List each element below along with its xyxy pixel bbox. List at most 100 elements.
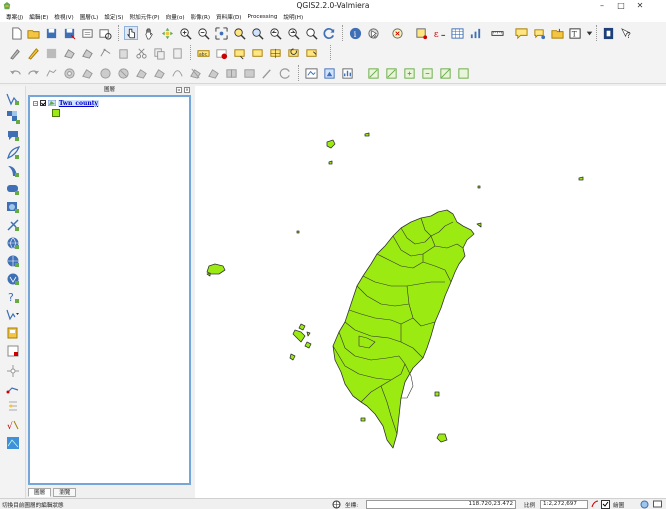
statistics-icon[interactable] bbox=[468, 26, 482, 40]
zoom-out-icon[interactable] bbox=[196, 26, 210, 40]
menu-edit[interactable]: 編輯(E) bbox=[26, 13, 51, 21]
current-edits-icon[interactable] bbox=[8, 46, 22, 60]
add-wfs-globe-icon[interactable] bbox=[6, 272, 20, 286]
text-annotation-icon[interactable]: T bbox=[568, 26, 582, 40]
capture-line-icon[interactable] bbox=[6, 382, 20, 396]
zoom-full-icon[interactable] bbox=[214, 26, 228, 40]
delete-part-icon[interactable] bbox=[134, 66, 148, 80]
messages-icon[interactable] bbox=[653, 500, 662, 509]
render-checkbox-icon[interactable] bbox=[601, 500, 610, 509]
add-wms-icon[interactable] bbox=[6, 200, 20, 214]
new-project-icon[interactable] bbox=[9, 26, 23, 40]
save-as-icon[interactable] bbox=[62, 26, 76, 40]
refresh-icon[interactable] bbox=[322, 26, 336, 40]
add-part-icon[interactable] bbox=[80, 66, 94, 80]
menu-layer[interactable]: 圖層(L) bbox=[77, 13, 102, 21]
save-edits-icon[interactable] bbox=[44, 46, 58, 60]
pan-icon[interactable] bbox=[142, 26, 156, 40]
touch-icon[interactable] bbox=[124, 26, 138, 40]
move-label-icon[interactable] bbox=[268, 46, 282, 60]
stretch-full-icon[interactable] bbox=[384, 66, 398, 80]
collapse-icon[interactable]: − bbox=[33, 100, 38, 106]
add-wfs-icon[interactable] bbox=[6, 236, 20, 250]
add-raster-layer-icon[interactable] bbox=[6, 110, 20, 124]
pin-labels-icon[interactable] bbox=[232, 46, 246, 60]
delete-ring-icon[interactable] bbox=[116, 66, 130, 80]
add-wcs-globe-icon[interactable] bbox=[6, 254, 20, 268]
layer-name[interactable]: Twn_county bbox=[58, 99, 99, 107]
open-project-icon[interactable] bbox=[26, 26, 40, 40]
add-mssql-icon[interactable] bbox=[6, 164, 20, 178]
annotation-icon[interactable] bbox=[514, 26, 528, 40]
rotate-icon[interactable] bbox=[278, 66, 292, 80]
merge-attributes-icon[interactable] bbox=[242, 66, 256, 80]
node-tool-icon[interactable] bbox=[98, 46, 112, 60]
paste-features-icon[interactable] bbox=[170, 46, 184, 60]
identify-icon[interactable]: i bbox=[348, 26, 362, 40]
menu-project[interactable]: 專案(J) bbox=[3, 13, 26, 21]
select-icon[interactable] bbox=[366, 26, 380, 40]
map-canvas[interactable] bbox=[195, 86, 666, 498]
menu-plugins[interactable]: 附加元件(P) bbox=[126, 13, 162, 21]
zoom-in-icon[interactable] bbox=[178, 26, 192, 40]
layer-visibility-checkbox[interactable] bbox=[40, 100, 46, 106]
add-wcs-icon[interactable] bbox=[6, 218, 20, 232]
histogram-icon[interactable] bbox=[340, 66, 354, 80]
toggle-editing-icon[interactable] bbox=[26, 46, 40, 60]
deselect-icon[interactable] bbox=[390, 26, 404, 40]
menu-processing[interactable]: Processing bbox=[245, 14, 281, 20]
measure-icon[interactable] bbox=[490, 26, 504, 40]
menu-view[interactable]: 檢視(V) bbox=[51, 13, 76, 21]
menu-settings[interactable]: 設定(S) bbox=[101, 13, 126, 21]
add-vector-layer-icon[interactable] bbox=[6, 92, 20, 106]
float-panel-button[interactable]: ▫ bbox=[176, 87, 182, 93]
zoom-to-layer-icon[interactable] bbox=[250, 26, 264, 40]
split-features-icon[interactable] bbox=[188, 66, 202, 80]
remove-selection-icon[interactable] bbox=[414, 26, 428, 40]
close-button[interactable]: ✕ bbox=[631, 0, 649, 11]
tab-layers[interactable]: 圖層 bbox=[28, 488, 52, 497]
decrease-brightness-icon[interactable] bbox=[420, 66, 434, 80]
menu-help[interactable]: 說明(H) bbox=[280, 13, 306, 21]
close-panel-button[interactable]: × bbox=[184, 87, 190, 93]
rotate-symbols-icon[interactable] bbox=[260, 66, 274, 80]
copy-features-icon[interactable] bbox=[152, 46, 166, 60]
merge-features-icon[interactable] bbox=[224, 66, 238, 80]
cut-features-icon[interactable] bbox=[134, 46, 148, 60]
add-postgis-icon[interactable] bbox=[6, 128, 20, 142]
coordinate-field[interactable]: 118.720,23.472 bbox=[366, 500, 516, 509]
add-delimited-text-icon[interactable]: ? bbox=[6, 290, 20, 304]
map-tips-icon[interactable] bbox=[532, 26, 546, 40]
crs-icon[interactable] bbox=[640, 500, 649, 509]
layer-item[interactable]: − Twn_county bbox=[33, 99, 99, 107]
georeferencer-icon[interactable] bbox=[304, 66, 318, 80]
raster-calculator-icon[interactable]: √ bbox=[6, 418, 20, 432]
new-bookmark-icon[interactable] bbox=[550, 26, 564, 40]
zoom-native-icon[interactable] bbox=[304, 26, 318, 40]
scale-combo[interactable]: 1:2,272,697 bbox=[540, 500, 588, 509]
label-highlight-icon[interactable] bbox=[214, 46, 228, 60]
menu-raster[interactable]: 影像(R) bbox=[188, 13, 213, 21]
fill-ring-icon[interactable] bbox=[98, 66, 112, 80]
label-icon[interactable]: abc bbox=[196, 46, 210, 60]
split-parts-icon[interactable] bbox=[206, 66, 220, 80]
attribute-table-icon[interactable] bbox=[450, 26, 464, 40]
redo-icon[interactable] bbox=[26, 66, 40, 80]
new-shapefile-icon[interactable] bbox=[6, 308, 20, 322]
map-svg[interactable] bbox=[195, 86, 666, 498]
save-project-icon[interactable] bbox=[44, 26, 58, 40]
move-feature-icon[interactable] bbox=[80, 46, 94, 60]
add-feature-icon[interactable] bbox=[62, 46, 76, 60]
change-label-icon[interactable] bbox=[304, 46, 318, 60]
tab-browser[interactable]: 瀏覽 bbox=[53, 488, 77, 497]
zoom-next-icon[interactable] bbox=[286, 26, 300, 40]
pan-to-selection-icon[interactable] bbox=[160, 26, 174, 40]
simplify-icon[interactable] bbox=[44, 66, 58, 80]
python-console-icon[interactable] bbox=[601, 26, 615, 40]
gps-tools-icon[interactable] bbox=[6, 400, 20, 414]
coordinate-toggle-icon[interactable] bbox=[332, 500, 341, 509]
help-icon[interactable]: ? bbox=[619, 26, 633, 40]
field-calculator-icon[interactable]: ε bbox=[432, 26, 446, 40]
add-oracle-icon[interactable] bbox=[6, 182, 20, 196]
offset-curve-icon[interactable] bbox=[170, 66, 184, 80]
